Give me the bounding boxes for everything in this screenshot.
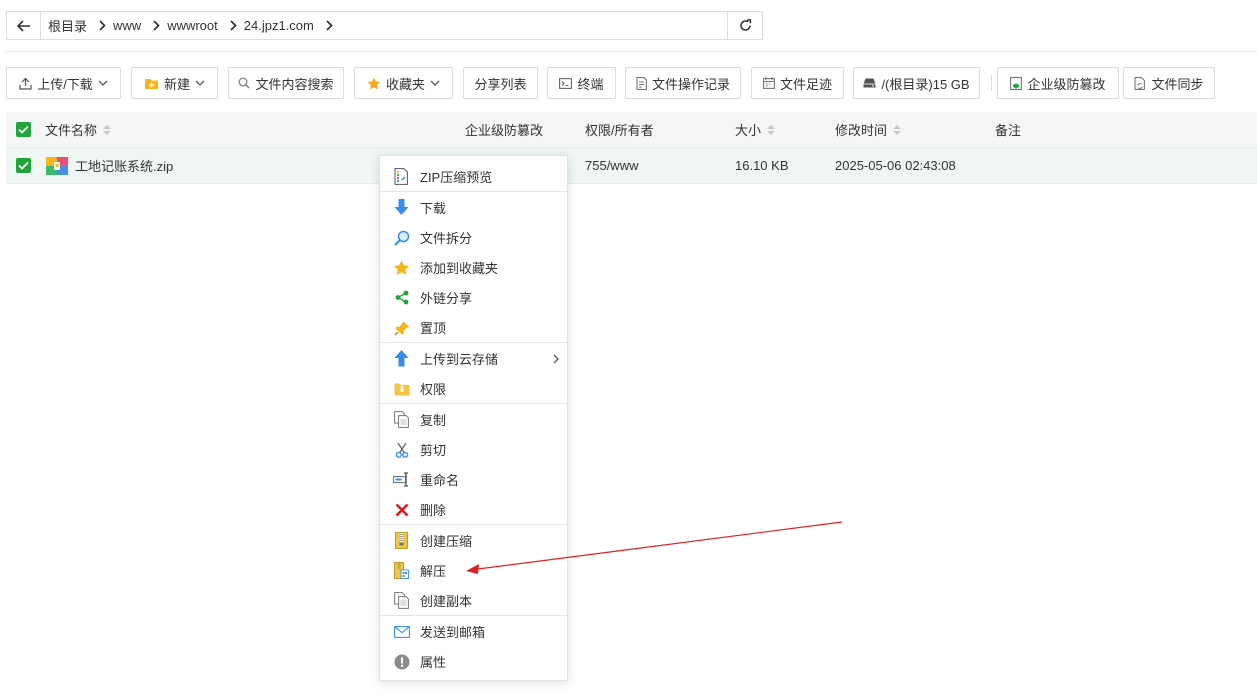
disk-usage-button[interactable]: /(根目录)15 GB (853, 67, 980, 99)
star-icon (367, 77, 381, 89)
scissors-icon (393, 441, 410, 458)
share-icon (393, 289, 410, 306)
menu-item-add-favorite[interactable]: 添加到收藏夹 (380, 252, 567, 282)
menu-item-share-link[interactable]: 外链分享 (380, 282, 567, 312)
upload-icon (19, 77, 32, 90)
menu-item-copy[interactable]: 复制 (380, 404, 567, 434)
new-button[interactable]: 新建 (131, 67, 218, 99)
extract-icon (393, 562, 410, 579)
menu-item-rename[interactable]: 重命名 (380, 464, 567, 494)
download-arrow-icon (393, 199, 410, 216)
context-menu: ZIP压缩预览 下载 文件拆分 添加到收藏夹 外链分享 置顶 上传到云存储 权限… (379, 155, 568, 681)
sort-icon (103, 124, 112, 135)
chevron-right-icon (326, 20, 333, 31)
chevron-down-icon (430, 80, 440, 86)
star-icon (393, 259, 410, 276)
operation-log-button[interactable]: 文件操作记录 (625, 67, 741, 99)
terminal-icon (559, 77, 573, 89)
breadcrumb-item-www[interactable]: www (106, 18, 160, 33)
sync-file-icon (1134, 76, 1146, 90)
toolbar-separator (991, 75, 992, 91)
chevron-right-icon (153, 20, 160, 31)
menu-item-send-email[interactable]: 发送到邮箱 (380, 616, 567, 646)
row-checkbox[interactable] (16, 148, 31, 183)
column-header-name[interactable]: 文件名称 (45, 112, 112, 147)
back-button[interactable] (7, 12, 41, 39)
upload-arrow-icon (393, 350, 410, 367)
modified-time-cell: 2025-05-06 02:43:08 (835, 158, 956, 173)
share-list-button[interactable]: 分享列表 (463, 67, 538, 99)
magnifier-icon (393, 229, 410, 246)
content-search-button[interactable]: 文件内容搜索 (228, 67, 344, 99)
permission-cell[interactable]: 755/www (585, 148, 638, 183)
select-all-checkbox[interactable] (16, 112, 31, 147)
zip-file-icon (46, 156, 68, 175)
menu-item-extract[interactable]: 解压 (380, 555, 567, 585)
tamper-protection-button[interactable]: 企业级防篡改 (997, 67, 1119, 99)
arrow-left-icon (16, 19, 30, 32)
address-bar: 根目录 www wwwroot 24.jpz1.com (6, 11, 763, 40)
menu-item-split[interactable]: 文件拆分 (380, 222, 567, 252)
archive-icon (393, 532, 410, 549)
pin-icon (393, 319, 410, 336)
menu-item-properties[interactable]: 属性 (380, 646, 567, 676)
menu-item-upload-cloud[interactable]: 上传到云存储 (380, 343, 567, 373)
shield-file-icon (1010, 76, 1023, 90)
column-header-tamper: 企业级防篡改 (465, 123, 544, 138)
chevron-down-icon (98, 80, 108, 86)
calendar-icon (763, 77, 775, 89)
refresh-icon (739, 19, 751, 31)
menu-item-cut[interactable]: 剪切 (380, 434, 567, 464)
disk-icon (863, 78, 876, 88)
divider (6, 51, 1257, 52)
chevron-down-icon (195, 80, 205, 86)
refresh-button[interactable] (727, 12, 762, 39)
upload-download-button[interactable]: 上传/下载 (6, 67, 121, 99)
table-row[interactable]: 工地记账系统.zip 755/www 16.10 KB 2025-05-06 0… (6, 148, 1257, 184)
breadcrumb-item-wwwroot[interactable]: wwwroot (160, 18, 237, 33)
column-header-modified[interactable]: 修改时间 (835, 112, 902, 147)
breadcrumb-item-site[interactable]: 24.jpz1.com (237, 18, 333, 33)
file-table-header: 文件名称 企业级防篡改 权限/所有者 大小 修改时间 备注 (6, 112, 1257, 148)
rename-icon (393, 471, 410, 488)
toolbar: 上传/下载 新建 文件内容搜索 收藏夹 分享列表 终端 文件操作记录 文件足迹 … (6, 67, 1257, 99)
log-file-icon (636, 76, 647, 90)
checkbox-checked-icon (16, 122, 31, 137)
column-header-size[interactable]: 大小 (735, 112, 776, 147)
file-footprint-button[interactable]: 文件足迹 (751, 67, 844, 99)
zip-preview-icon (393, 168, 410, 185)
favorites-button[interactable]: 收藏夹 (354, 67, 453, 99)
file-sync-button[interactable]: 文件同步 (1123, 67, 1215, 99)
menu-item-pin-top[interactable]: 置顶 (380, 312, 567, 342)
breadcrumb: 根目录 www wwwroot 24.jpz1.com (41, 12, 727, 39)
menu-item-delete[interactable]: 删除 (380, 494, 567, 524)
search-icon (239, 77, 250, 89)
menu-item-download[interactable]: 下载 (380, 192, 567, 222)
annotation-arrow (466, 521, 843, 574)
menu-item-duplicate[interactable]: 创建副本 (380, 585, 567, 615)
menu-item-permission[interactable]: 权限 (380, 373, 567, 403)
menu-item-zip-preview[interactable]: ZIP压缩预览 (380, 161, 567, 191)
folder-lock-icon (393, 380, 410, 397)
breadcrumb-item-root[interactable]: 根目录 (41, 16, 106, 35)
sort-icon (767, 124, 776, 135)
copy-icon (393, 411, 410, 428)
duplicate-icon (393, 592, 410, 609)
column-header-note: 备注 (995, 123, 1022, 138)
sort-icon (893, 124, 902, 135)
size-cell: 16.10 KB (735, 158, 789, 173)
chevron-right-icon (230, 20, 237, 31)
checkbox-checked-icon (16, 158, 31, 173)
menu-item-create-archive[interactable]: 创建压缩 (380, 525, 567, 555)
file-name-cell[interactable]: 工地记账系统.zip (46, 148, 173, 183)
chevron-right-icon (99, 20, 106, 31)
chevron-right-icon (553, 352, 559, 367)
delete-x-icon (393, 501, 410, 518)
new-folder-icon (144, 78, 158, 89)
mail-icon (393, 623, 410, 640)
column-header-permission: 权限/所有者 (585, 123, 654, 138)
info-icon (393, 653, 410, 670)
terminal-button[interactable]: 终端 (547, 67, 616, 99)
